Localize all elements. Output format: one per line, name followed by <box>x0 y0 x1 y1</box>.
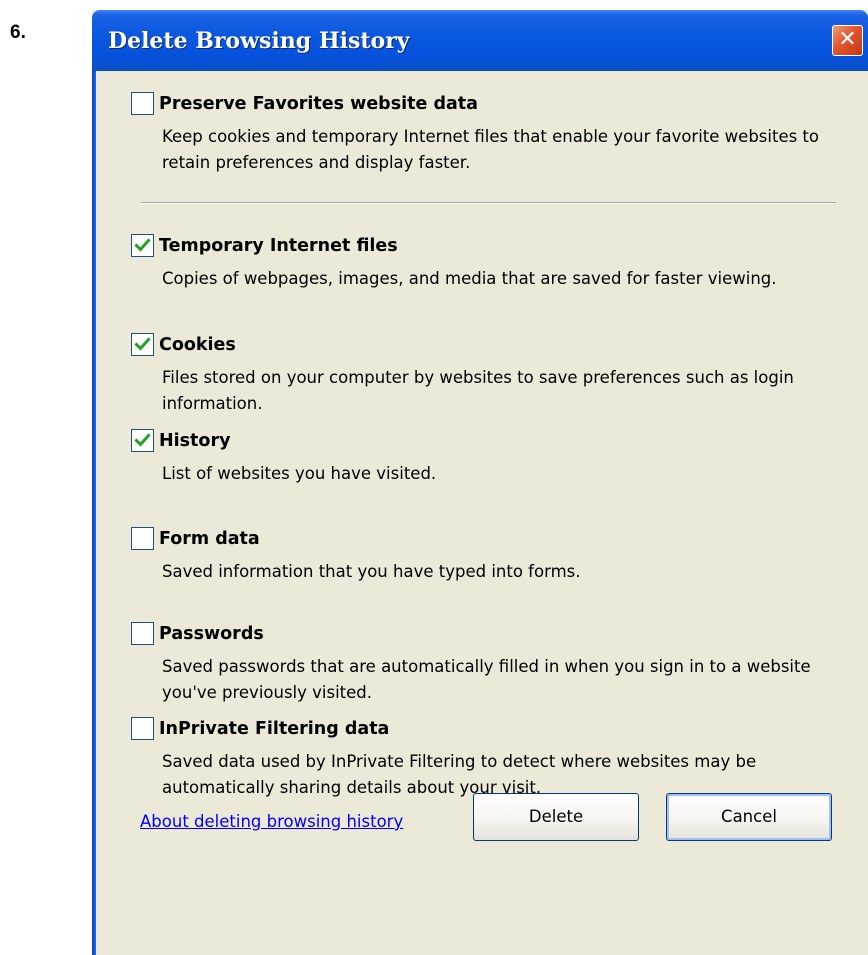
separator <box>141 202 836 204</box>
option-label: Cookies <box>159 335 236 355</box>
cancel-button[interactable]: Cancel <box>666 793 832 841</box>
title-bar[interactable]: Delete Browsing History ✕ <box>92 10 868 71</box>
option-label: InPrivate Filtering data <box>159 719 390 739</box>
close-button[interactable]: ✕ <box>832 25 863 56</box>
close-icon: ✕ <box>838 27 857 52</box>
option-label: Temporary Internet files <box>159 236 398 256</box>
cookies-checkbox[interactable] <box>131 333 154 356</box>
inprivate-filtering-data-checkbox[interactable] <box>131 717 154 740</box>
preserve-favorites-checkbox[interactable] <box>131 92 154 115</box>
passwords-checkbox[interactable] <box>131 622 154 645</box>
delete-browsing-history-dialog: Delete Browsing History ✕ Preserve Favor… <box>92 10 868 955</box>
option-description: Saved information that you have typed in… <box>162 562 581 581</box>
option-label: Form data <box>159 529 260 549</box>
dialog-content: Preserve Favorites website data Keep coo… <box>96 71 868 955</box>
option-label: Passwords <box>159 624 264 644</box>
option-label: Preserve Favorites website data <box>159 94 478 114</box>
about-deleting-history-link[interactable]: About deleting browsing history <box>140 812 403 831</box>
temporary-internet-files-checkbox[interactable] <box>131 234 154 257</box>
history-checkbox[interactable] <box>131 429 154 452</box>
option-description: List of websites you have visited. <box>162 464 437 483</box>
option-description: Keep cookies and temporary Internet file… <box>162 127 819 172</box>
check-mark-icon <box>134 337 151 351</box>
option-label: History <box>159 431 231 451</box>
check-mark-icon <box>134 433 151 447</box>
delete-button[interactable]: Delete <box>473 793 639 841</box>
form-data-checkbox[interactable] <box>131 527 154 550</box>
check-mark-icon <box>134 238 151 252</box>
option-description: Files stored on your computer by website… <box>162 368 794 413</box>
option-description: Saved passwords that are automatically f… <box>162 657 811 702</box>
option-description: Copies of webpages, images, and media th… <box>162 269 777 288</box>
dialog-title: Delete Browsing History <box>108 28 410 54</box>
step-number: 6. <box>10 22 26 43</box>
